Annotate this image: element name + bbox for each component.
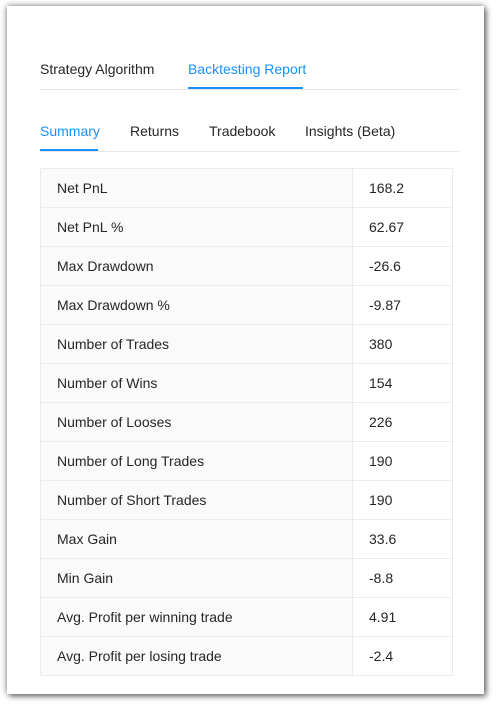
tab-strategy-algorithm[interactable]: Strategy Algorithm — [40, 61, 154, 77]
table-row: Min Gain -8.8 — [41, 559, 452, 598]
metric-label: Number of Short Trades — [41, 481, 353, 520]
metric-value: -2.4 — [353, 637, 452, 675]
tab-summary[interactable]: Summary — [40, 123, 100, 139]
tab-insights-beta[interactable]: Insights (Beta) — [305, 123, 395, 139]
metric-label: Avg. Profit per losing trade — [41, 637, 353, 675]
metric-value: -26.6 — [353, 247, 452, 286]
metric-label: Avg. Profit per winning trade — [41, 598, 353, 637]
table-row: Max Drawdown % -9.87 — [41, 286, 452, 325]
metric-label: Number of Looses — [41, 403, 353, 442]
secondary-tab-bar: Summary Returns Tradebook Insights (Beta… — [40, 89, 460, 152]
table-row: Avg. Profit per winning trade 4.91 — [41, 598, 452, 637]
metric-label: Number of Trades — [41, 325, 353, 364]
metric-value: 380 — [353, 325, 452, 364]
tab-tradebook[interactable]: Tradebook — [209, 123, 275, 139]
tab-returns[interactable]: Returns — [130, 123, 179, 139]
metric-value: 190 — [353, 442, 452, 481]
metric-label: Max Gain — [41, 520, 353, 559]
table-row: Net PnL 168.2 — [41, 169, 452, 208]
metric-label: Number of Long Trades — [41, 442, 353, 481]
metric-value: -8.8 — [353, 559, 452, 598]
metric-value: 190 — [353, 481, 452, 520]
metric-value: 4.91 — [353, 598, 452, 637]
window-frame: Strategy Algorithm Backtesting Report Su… — [7, 6, 484, 694]
metric-value: 154 — [353, 364, 452, 403]
metric-label: Max Drawdown % — [41, 286, 353, 325]
metric-value: 226 — [353, 403, 452, 442]
primary-tab-bar: Strategy Algorithm Backtesting Report — [40, 16, 460, 90]
table-row: Max Drawdown -26.6 — [41, 247, 452, 286]
active-subtab-indicator — [40, 149, 98, 151]
table-row: Number of Looses 226 — [41, 403, 452, 442]
tab-backtesting-report[interactable]: Backtesting Report — [188, 61, 306, 77]
metric-label: Min Gain — [41, 559, 353, 598]
metric-label: Max Drawdown — [41, 247, 353, 286]
table-row: Avg. Profit per losing trade -2.4 — [41, 637, 452, 675]
report-card: Strategy Algorithm Backtesting Report Su… — [40, 16, 460, 686]
metric-value: 62.67 — [353, 208, 452, 247]
metric-label: Number of Wins — [41, 364, 353, 403]
summary-table: Net PnL 168.2 Net PnL % 62.67 Max Drawdo… — [40, 168, 453, 676]
metric-label: Net PnL % — [41, 208, 353, 247]
metric-label: Net PnL — [41, 169, 353, 208]
table-row: Number of Trades 380 — [41, 325, 452, 364]
table-row: Net PnL % 62.67 — [41, 208, 452, 247]
table-row: Number of Long Trades 190 — [41, 442, 452, 481]
metric-value: 168.2 — [353, 169, 452, 208]
table-row: Max Gain 33.6 — [41, 520, 452, 559]
table-row: Number of Wins 154 — [41, 364, 452, 403]
metric-value: 33.6 — [353, 520, 452, 559]
table-row: Number of Short Trades 190 — [41, 481, 452, 520]
metric-value: -9.87 — [353, 286, 452, 325]
